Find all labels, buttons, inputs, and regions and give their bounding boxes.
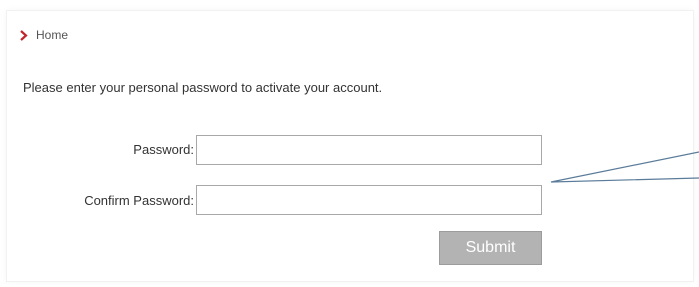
- breadcrumb: Home: [19, 27, 68, 43]
- password-field[interactable]: [196, 135, 542, 165]
- chevron-right-icon: [20, 29, 28, 41]
- submit-button[interactable]: Submit: [439, 231, 542, 265]
- confirm-password-label: Confirm Password:: [84, 193, 194, 208]
- breadcrumb-home-link[interactable]: Home: [36, 28, 68, 42]
- confirm-password-field[interactable]: [196, 185, 542, 215]
- instruction-text: Please enter your personal password to a…: [23, 80, 383, 95]
- password-label: Password:: [133, 142, 194, 157]
